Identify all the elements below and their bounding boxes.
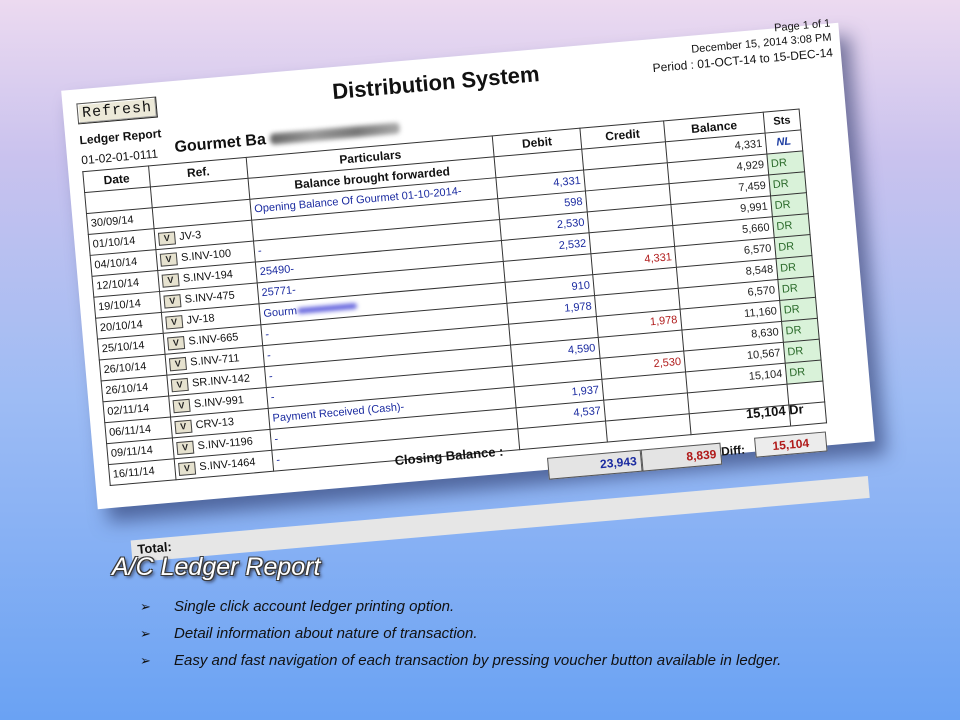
arrow-bullet-icon: ➢ <box>140 599 151 614</box>
diff-value: 15,104 <box>754 431 828 458</box>
feature-item: ➢ Detail information about nature of tran… <box>140 624 781 651</box>
particulars-text: - <box>270 391 276 404</box>
arrow-bullet-icon: ➢ <box>140 626 151 641</box>
voucher-button[interactable]: V <box>166 335 186 351</box>
voucher-ref: S.INV-475 <box>184 289 236 306</box>
voucher-button[interactable]: V <box>176 440 195 455</box>
report-type-label: Ledger Report <box>78 126 162 148</box>
redacted-name-blur <box>269 122 400 146</box>
voucher-ref: S.INV-1196 <box>197 435 254 453</box>
voucher-ref: S.INV-991 <box>193 394 245 411</box>
voucher-button[interactable]: V <box>163 293 182 309</box>
voucher-ref: CRV-13 <box>195 416 235 432</box>
voucher-ref: S.INV-1464 <box>198 456 256 474</box>
redacted-text-blur <box>296 302 358 315</box>
refresh-button[interactable]: Refresh <box>76 96 158 125</box>
particulars-text: - <box>266 349 272 362</box>
particulars-text: - <box>268 370 274 383</box>
slide-heading: A/C Ledger Report <box>112 553 321 581</box>
feature-text: Single click account ledger printing opt… <box>174 598 455 615</box>
particulars-text: Gourm <box>262 305 298 320</box>
particulars-text: 25490- <box>259 263 295 279</box>
ledger-report-screenshot: Refresh Distribution System Page 1 of 1 … <box>61 18 875 563</box>
total-credit: 8,839 <box>640 442 723 472</box>
feature-text: Detail information about nature of trans… <box>174 625 478 642</box>
arrow-bullet-icon: ➢ <box>140 653 151 668</box>
voucher-ref: S.INV-665 <box>187 331 239 348</box>
account-code: 01-02-01-0111 <box>80 146 159 168</box>
voucher-ref: S.INV-100 <box>180 247 232 264</box>
report-title: Distribution System <box>331 61 541 105</box>
voucher-button[interactable]: V <box>177 461 197 476</box>
ledger-table: Date Ref. Particulars Debit Credit Balan… <box>82 109 827 487</box>
particulars-text: - <box>273 433 279 446</box>
particulars-text: 25771- <box>261 284 297 300</box>
diff-label: Diff: <box>720 442 746 459</box>
account-name-text: Gourmet Ba <box>173 131 267 157</box>
particulars-text: - <box>264 328 270 341</box>
voucher-button[interactable]: V <box>165 314 184 330</box>
voucher-ref: JV-18 <box>186 312 216 327</box>
voucher-ref: S.INV-711 <box>189 352 240 369</box>
particulars-text: - <box>257 244 263 258</box>
feature-item: ➢ Single click account ledger printing op… <box>140 597 781 624</box>
voucher-button[interactable]: V <box>161 272 180 288</box>
feature-item: ➢ Easy and fast navigation of each transa… <box>140 651 781 678</box>
total-debit: 23,943 <box>547 449 643 480</box>
total-bar <box>130 475 870 563</box>
voucher-button[interactable]: V <box>172 398 191 413</box>
voucher-button[interactable]: V <box>157 231 176 246</box>
voucher-button[interactable]: V <box>168 356 187 371</box>
feature-list: ➢ Single click account ledger printing op… <box>140 597 781 678</box>
feature-text: Easy and fast navigation of each transac… <box>174 652 782 669</box>
voucher-button[interactable]: V <box>159 251 178 267</box>
particulars-text: - <box>275 454 281 467</box>
voucher-ref: S.INV-194 <box>182 268 234 285</box>
voucher-button[interactable]: V <box>174 419 193 434</box>
voucher-ref: JV-3 <box>178 229 202 244</box>
voucher-button[interactable]: V <box>170 377 189 392</box>
voucher-ref: SR.INV-142 <box>191 372 251 390</box>
